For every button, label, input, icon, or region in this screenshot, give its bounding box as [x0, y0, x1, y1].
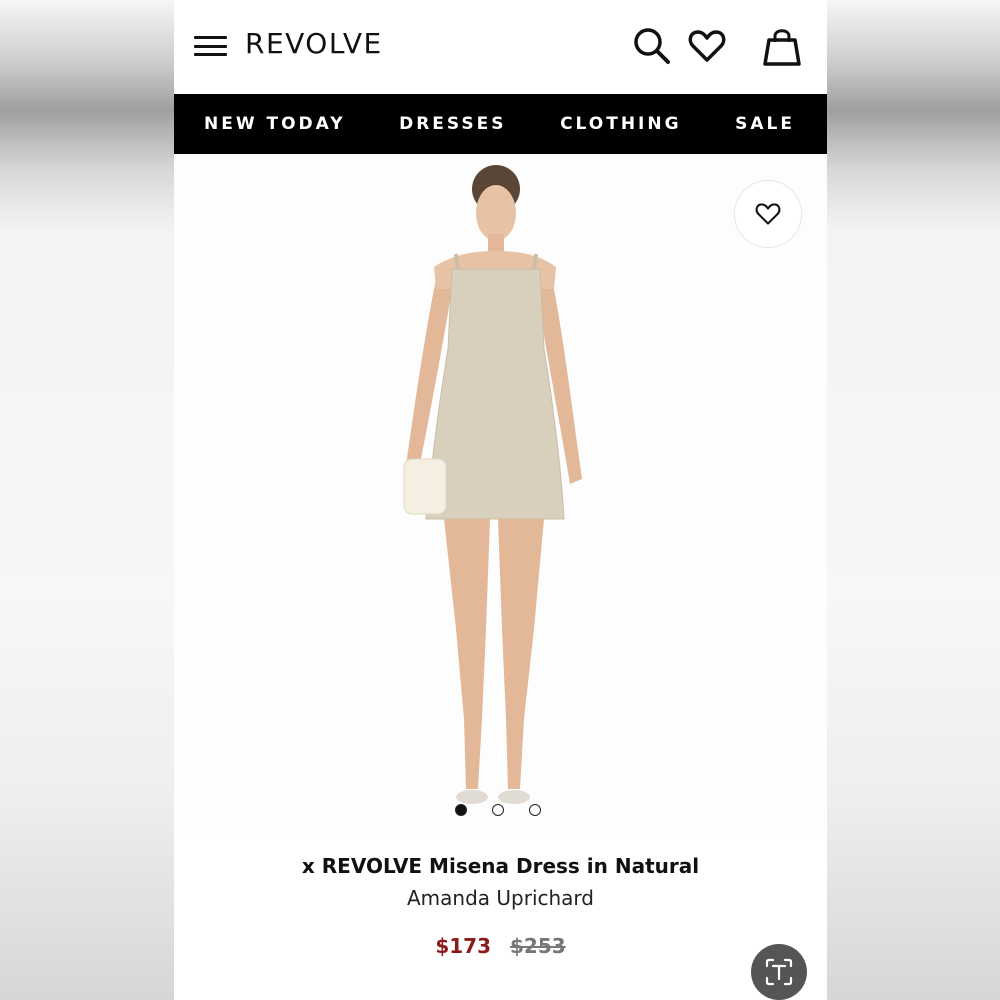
background-left	[0, 0, 174, 1000]
heart-icon	[755, 203, 781, 225]
search-icon[interactable]	[630, 24, 674, 68]
product-price: $173 $253	[174, 934, 827, 958]
app-header: REVOLVE	[174, 0, 827, 94]
product-title: x REVOLVE Misena Dress in Natural	[301, 854, 700, 878]
bag-icon[interactable]	[760, 24, 804, 68]
product-image-carousel[interactable]	[174, 154, 827, 834]
category-nav: NEW TODAY DRESSES CLOTHING SALE	[174, 94, 827, 154]
logo[interactable]: REVOLVE	[245, 27, 383, 60]
phone-screen: REVOLVE NEW TODAY DRESSES CLOTHING SALE	[174, 0, 827, 1000]
carousel-dot[interactable]	[455, 804, 467, 816]
nav-dresses[interactable]: DRESSES	[399, 114, 506, 134]
nav-sale[interactable]: SALE	[735, 114, 795, 134]
background-right	[827, 0, 1000, 1000]
nav-clothing[interactable]: CLOTHING	[560, 114, 681, 134]
heart-icon[interactable]	[685, 24, 729, 68]
product-model-image	[403, 165, 582, 804]
carousel-dots	[455, 804, 541, 816]
nav-new-today[interactable]: NEW TODAY	[204, 114, 346, 134]
text-scan-icon	[765, 958, 793, 986]
original-price: $253	[509, 934, 566, 958]
sale-price: $173	[435, 934, 492, 958]
product-brand[interactable]: Amanda Uprichard	[174, 886, 827, 910]
text-scan-button[interactable]	[751, 944, 807, 1000]
favorite-button[interactable]	[734, 180, 802, 248]
carousel-dot[interactable]	[529, 804, 541, 816]
product-info: x REVOLVE Misena Dress in Natural Amanda…	[174, 834, 827, 958]
menu-icon[interactable]	[194, 36, 227, 56]
carousel-dot[interactable]	[492, 804, 504, 816]
